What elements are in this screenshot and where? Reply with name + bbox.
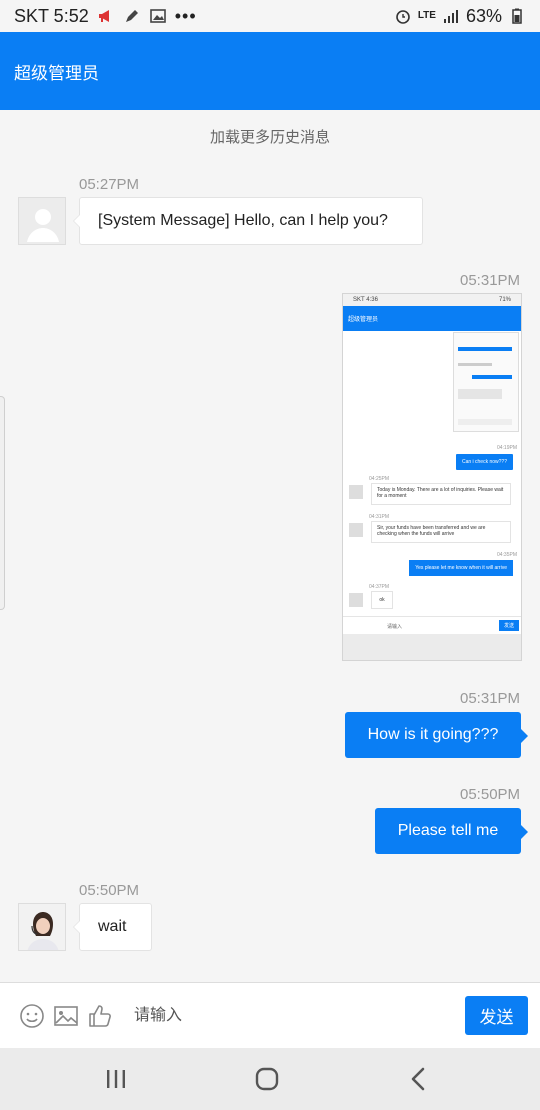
agent-photo-icon [19, 904, 65, 950]
message-text: wait [98, 918, 127, 935]
shot-status-time: SKT 4:36 [353, 297, 378, 303]
avatar [18, 197, 66, 245]
shot-nested-image [453, 332, 519, 432]
shot-incoming: ok [371, 591, 393, 609]
outgoing-message: Please tell me [375, 808, 528, 854]
shot-avatar [349, 523, 363, 537]
shot-time: 04:37PM [369, 584, 390, 590]
load-more-history[interactable]: 加载更多历史消息 [0, 126, 540, 147]
back-icon[interactable] [404, 1064, 434, 1094]
shot-time: 04:31PM [369, 514, 390, 520]
image-notification-icon [149, 9, 166, 23]
shot-title: 超级管理员 [348, 317, 379, 323]
shot-battery: 71% [498, 297, 511, 303]
message-time: 05:50PM [79, 882, 140, 899]
megaphone-icon [98, 10, 109, 22]
shot-out2-text: Yes please let me know when it will arri… [415, 565, 507, 571]
screenshot-image-message[interactable]: SKT 4:36 71% 超级管理员 04:19PM Can i check n… [342, 293, 522, 661]
shot-input-placeholder: 请输入 [387, 624, 403, 630]
send-button[interactable]: 发送 [465, 996, 528, 1035]
shot-time: 04:19PM [496, 445, 517, 451]
chat-area[interactable]: 加载更多历史消息 05:27PM [System Message] Hello,… [0, 110, 540, 982]
shot-status-bar: SKT 4:36 71% [343, 294, 521, 306]
shot-incoming: Sir, your funds have been transferred an… [371, 521, 511, 543]
shot-in1-text: Today is Monday. There are a lot of inqu… [377, 487, 504, 499]
battery-percent: 63% [465, 5, 502, 26]
message-text: Please tell me [397, 822, 499, 839]
lte-icon: LTE [417, 10, 436, 21]
shot-outgoing: Can i check now??? [455, 454, 513, 470]
agent-avatar [18, 903, 66, 951]
chat-header: 超级管理员 [0, 32, 540, 110]
status-time: SKT 5:52 [14, 5, 89, 26]
shot-input-bar: 请输入 发送 [343, 616, 521, 634]
more-notifications-icon: ••• [174, 5, 197, 26]
shot-in3-text: ok [379, 597, 385, 603]
system-nav-bar [0, 1048, 540, 1110]
shot-avatar [349, 485, 363, 499]
signal-icon [443, 10, 458, 23]
emoji-icon[interactable] [19, 1003, 45, 1029]
shot-outgoing: Yes please let me know when it will arri… [409, 560, 513, 576]
shot-time: 04:25PM [369, 476, 390, 482]
edit-notification-icon [125, 10, 138, 22]
alarm-icon [396, 10, 410, 24]
message-time: 05:27PM [79, 176, 140, 193]
recent-apps-icon[interactable] [101, 1064, 131, 1094]
page-title: 超级管理员 [14, 63, 99, 83]
status-bar: SKT 5:52 ••• LTE 63% [0, 0, 540, 32]
input-bar [0, 982, 540, 1048]
default-user-icon [19, 198, 65, 244]
shot-time: 04:35PM [496, 552, 517, 558]
image-icon[interactable] [53, 1003, 79, 1029]
message-time: 05:31PM [460, 690, 521, 707]
message-input[interactable] [124, 995, 454, 1037]
thumbs-up-icon[interactable] [87, 1003, 113, 1029]
shot-in2-text: Sir, your funds have been transferred an… [377, 525, 486, 537]
edge-panel-handle[interactable] [0, 396, 5, 610]
shot-nav-bar [343, 634, 521, 660]
message-time: 05:31PM [460, 272, 521, 289]
shot-incoming: Today is Monday. There are a lot of inqu… [371, 483, 511, 505]
home-icon[interactable] [252, 1064, 282, 1094]
battery-icon [512, 8, 522, 24]
message-time: 05:50PM [460, 786, 521, 803]
message-text: [System Message] Hello, can I help you? [98, 212, 388, 229]
incoming-message: [System Message] Hello, can I help you? [73, 197, 423, 245]
outgoing-message: How is it going??? [345, 712, 528, 758]
message-text: How is it going??? [367, 726, 499, 743]
shot-out1-text: Can i check now??? [461, 459, 507, 465]
shot-header: 超级管理员 [343, 306, 521, 331]
shot-send: 发送 [499, 620, 519, 631]
incoming-message: wait [73, 903, 152, 951]
shot-avatar [349, 593, 363, 607]
